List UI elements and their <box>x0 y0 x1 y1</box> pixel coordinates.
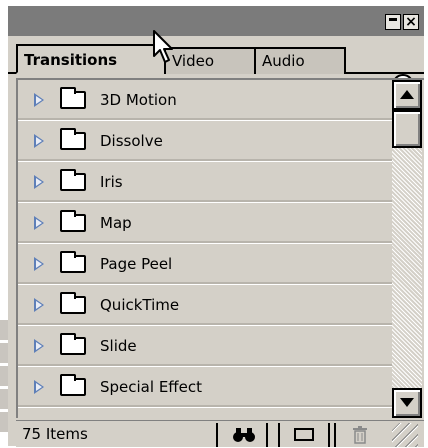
find-button[interactable] <box>216 423 268 447</box>
binoculars-icon <box>232 427 256 447</box>
folder-icon <box>60 292 86 314</box>
expand-triangle-icon[interactable] <box>34 175 44 189</box>
list-item[interactable]: Dissolve <box>18 121 392 162</box>
scroll-up-button[interactable] <box>392 80 422 110</box>
list-item-label: Iris <box>100 173 123 191</box>
minimize-icon[interactable] <box>385 14 401 30</box>
palette-titlebar[interactable]: × <box>8 6 424 36</box>
list-item-label: QuickTime <box>100 296 180 314</box>
folder-icon <box>60 128 86 150</box>
expand-triangle-icon[interactable] <box>34 380 44 394</box>
expand-triangle-icon[interactable] <box>34 93 44 107</box>
new-bin-button[interactable] <box>278 423 330 447</box>
expand-triangle-icon[interactable] <box>34 257 44 271</box>
folder-icon <box>60 210 86 232</box>
folder-icon <box>60 169 86 191</box>
tab-label: Audio <box>262 52 305 70</box>
folder-icon <box>60 374 86 396</box>
vertical-scrollbar[interactable] <box>392 80 422 418</box>
list-item-label: Page Peel <box>100 255 173 273</box>
list-item-label: Dissolve <box>100 132 163 150</box>
list-item-label: Slide <box>100 337 137 355</box>
expand-triangle-icon[interactable] <box>34 134 44 148</box>
new-bin-icon <box>294 428 314 441</box>
status-bar: 75 Items <box>16 420 424 447</box>
tab-audio[interactable]: Audio <box>254 47 346 74</box>
list-item[interactable]: Iris <box>18 162 392 203</box>
transitions-palette: × Transitions Video Audio 3D Motion Disso… <box>8 6 424 447</box>
folder-list: 3D Motion Dissolve Iris Map Page Peel QuickTi… <box>18 80 392 408</box>
tab-label: Transitions <box>24 51 118 69</box>
list-item-label: 3D Motion <box>100 91 177 109</box>
list-item[interactable]: 3D Motion <box>18 80 392 121</box>
folder-icon <box>60 87 86 109</box>
item-count: 75 Items <box>22 425 88 443</box>
expand-triangle-icon[interactable] <box>34 216 44 230</box>
list-item-label: Special Effect <box>100 378 202 396</box>
expand-triangle-icon[interactable] <box>34 298 44 312</box>
list-item[interactable]: QuickTime <box>18 285 392 326</box>
list-item[interactable]: Map <box>18 203 392 244</box>
scroll-thumb[interactable] <box>392 110 422 148</box>
list-item-label: Map <box>100 214 132 232</box>
tab-transitions[interactable]: Transitions <box>16 44 166 74</box>
close-icon[interactable]: × <box>403 14 419 30</box>
folder-icon <box>60 333 86 355</box>
expand-triangle-icon[interactable] <box>34 339 44 353</box>
resize-grip[interactable] <box>392 423 418 447</box>
trash-icon <box>352 426 368 448</box>
folder-icon <box>60 251 86 273</box>
list-item[interactable]: Page Peel <box>18 244 392 285</box>
list-item[interactable]: Slide <box>18 326 392 367</box>
list-item[interactable]: Special Effect <box>18 367 392 408</box>
delete-button[interactable] <box>334 423 384 447</box>
transitions-list: 3D Motion Dissolve Iris Map Page Peel QuickTi… <box>16 78 424 418</box>
scroll-down-button[interactable] <box>392 388 422 418</box>
tab-row: Transitions Video Audio <box>8 36 424 96</box>
